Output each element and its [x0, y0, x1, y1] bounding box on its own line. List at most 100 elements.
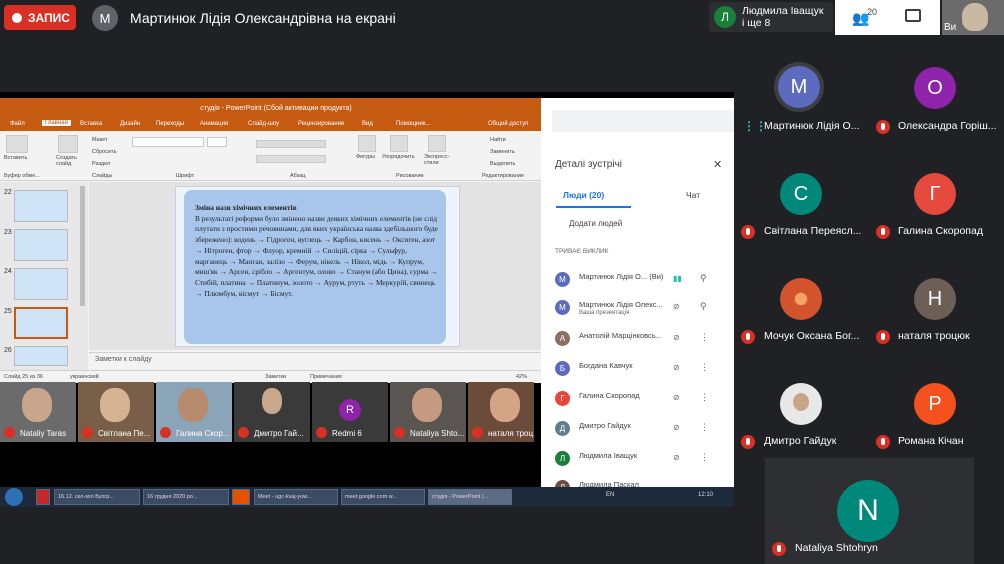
taskbar-language[interactable]: EN — [606, 492, 614, 498]
browser-address-bar[interactable] — [552, 110, 734, 132]
ppt-tab-9[interactable]: Помощник... — [396, 121, 430, 127]
font-name-field[interactable] — [132, 137, 204, 147]
thumb-scrollbar[interactable] — [80, 186, 85, 306]
tile-avatar[interactable]: М — [778, 66, 820, 108]
font-size-field[interactable] — [207, 137, 227, 147]
slide-text[interactable]: Зміна назв хімічних елементів В результа… — [195, 203, 439, 299]
tile-avatar[interactable]: Р — [914, 383, 956, 425]
participant-avatar: Б — [555, 361, 570, 376]
ppt-tab-3[interactable]: Дизайн — [120, 121, 140, 127]
quick-styles-button[interactable]: Экспресс-стили — [424, 154, 454, 166]
participant-row[interactable]: Г Галина Скоропад ⊘ ⋮ — [553, 389, 728, 409]
comments-toggle[interactable]: Примечания — [310, 374, 342, 380]
mic-off-icon — [876, 225, 890, 239]
tile-name: Олександра Горіш... — [898, 120, 997, 132]
replace-button[interactable]: Заменить — [490, 149, 515, 155]
thumb-slide-25[interactable] — [14, 307, 68, 339]
more-icon[interactable]: ⋮ — [700, 332, 709, 343]
taskbar-item[interactable]: Meet - ugc-kvaj-yuw... — [254, 489, 338, 505]
film-tile[interactable]: Nataliy Taras — [0, 382, 76, 442]
film-tile[interactable]: Галина Скор... — [156, 382, 232, 442]
ppt-tab-2[interactable]: Вставка — [80, 121, 102, 127]
thumb-slide-26[interactable] — [14, 346, 68, 366]
participant-row[interactable]: М Мартинюк Лідія Олекс... Ваша презентація… — [553, 298, 728, 318]
notes-pane[interactable]: Заметки к слайду — [89, 352, 541, 368]
notes-toggle[interactable]: Заметки — [265, 374, 286, 380]
paragraph-tools[interactable] — [256, 140, 326, 148]
new-slide-icon[interactable] — [58, 135, 78, 153]
ppt-tab-1[interactable]: Главная — [42, 120, 71, 126]
chat-icon[interactable] — [905, 9, 921, 22]
film-tile[interactable]: Світлана Пе... — [78, 382, 154, 442]
arrange-button[interactable]: Упорядочить — [382, 154, 415, 160]
thumb-slide-23[interactable] — [14, 229, 68, 261]
opera-icon[interactable] — [36, 489, 50, 505]
more-icon[interactable]: ⋮ — [700, 422, 709, 433]
windows-start-icon[interactable] — [5, 488, 23, 506]
tab-people[interactable]: Люди (20) — [563, 190, 604, 200]
layout-button[interactable]: Макет — [92, 137, 108, 143]
participant-row[interactable]: Б Богдана Кавчук ⊘ ⋮ — [553, 359, 728, 379]
align-tools[interactable] — [256, 155, 326, 163]
pin-icon[interactable]: ⚲ — [700, 301, 707, 312]
film-tile[interactable]: Дмитро Гай... — [234, 382, 310, 442]
more-icon[interactable]: ⋮ — [700, 452, 709, 463]
participant-row[interactable]: Д Дмитро Гайдук ⊘ ⋮ — [553, 419, 728, 439]
close-icon[interactable]: ✕ — [713, 158, 722, 171]
taskbar-item[interactable]: meet.google.com w... — [341, 489, 425, 505]
participant-face — [22, 388, 52, 422]
more-icon[interactable]: ⋮ — [700, 392, 709, 403]
firefox-icon[interactable] — [232, 489, 250, 505]
ppt-tab-6[interactable]: Слайд-шоу — [248, 121, 279, 127]
more-icon[interactable]: ⋮ — [700, 362, 709, 373]
participant-face — [262, 388, 282, 414]
shapes-button[interactable]: Фигуры — [356, 154, 375, 160]
tile-name: Мартинюк Лідія О... — [764, 120, 860, 132]
add-people-button[interactable]: Додати людей — [569, 219, 622, 228]
participant-row[interactable]: А Анатолій Марцінковсь... ⊘ ⋮ — [553, 329, 728, 349]
ppt-tab-0[interactable]: Файл — [10, 121, 25, 127]
shapes-icon[interactable] — [358, 135, 376, 152]
participant-row[interactable]: М Мартинюк Лідія О... (Ви) ▮▮ ⚲ — [553, 270, 728, 290]
taskbar-clock[interactable]: 12:10 — [698, 492, 713, 498]
participant-avatar: R — [339, 399, 361, 421]
film-tile[interactable]: Nataliya Shto... — [390, 382, 466, 442]
film-tile[interactable]: наталя троц... — [468, 382, 534, 442]
photo-avatar[interactable] — [780, 383, 822, 425]
tile-avatar[interactable]: С — [780, 173, 822, 215]
mic-off-icon — [772, 542, 786, 556]
paste-icon[interactable] — [6, 135, 28, 153]
arrange-icon[interactable] — [390, 135, 408, 152]
taskbar-item[interactable]: 16 грудня 2020 ро... — [143, 489, 229, 505]
section-button[interactable]: Раздел — [92, 161, 110, 167]
thumb-slide-24[interactable] — [14, 268, 68, 300]
participant-avatar: М — [555, 272, 570, 287]
tile-name: Світлана Переясл... — [764, 225, 862, 237]
taskbar-item[interactable]: 16.12. скл-зол Бухгр... — [54, 489, 140, 505]
participant-row[interactable]: Л Людмила Іващук ⊘ ⋮ — [553, 449, 728, 469]
ppt-tab-5[interactable]: Анимация — [200, 121, 228, 127]
pin-icon[interactable]: ⚲ — [700, 273, 707, 284]
zoom-level[interactable]: 42% — [516, 374, 527, 380]
ppt-tab-10[interactable]: Общий доступ — [488, 121, 528, 127]
tile-avatar[interactable]: О — [914, 67, 956, 109]
tile-avatar: N — [837, 480, 899, 542]
ppt-tab-4[interactable]: Переходы — [156, 121, 184, 127]
taskbar-item[interactable]: студія - PowerPoint (... — [428, 489, 512, 505]
new-slide-button[interactable]: Создать слайд — [56, 155, 82, 167]
flower-avatar[interactable] — [780, 278, 822, 320]
select-button[interactable]: Выделить — [490, 161, 515, 167]
thumb-slide-22[interactable] — [14, 190, 68, 222]
tab-chat[interactable]: Чат — [686, 190, 700, 200]
participant-sub: Ваша презентація — [579, 310, 630, 316]
ppt-tab-7[interactable]: Рецензирование — [298, 121, 344, 127]
tile-name: Nataliya Shtohryn — [795, 542, 878, 554]
paste-button[interactable]: Вставить — [4, 155, 27, 161]
quick-styles-icon[interactable] — [428, 135, 446, 152]
find-button[interactable]: Найти — [490, 137, 506, 143]
film-tile[interactable]: R Redmi 6 — [312, 382, 388, 442]
tile-avatar[interactable]: Н — [914, 278, 956, 320]
tile-avatar[interactable]: Г — [914, 173, 956, 215]
ppt-tab-8[interactable]: Вид — [362, 121, 373, 127]
reset-button[interactable]: Сбросить — [92, 149, 116, 155]
